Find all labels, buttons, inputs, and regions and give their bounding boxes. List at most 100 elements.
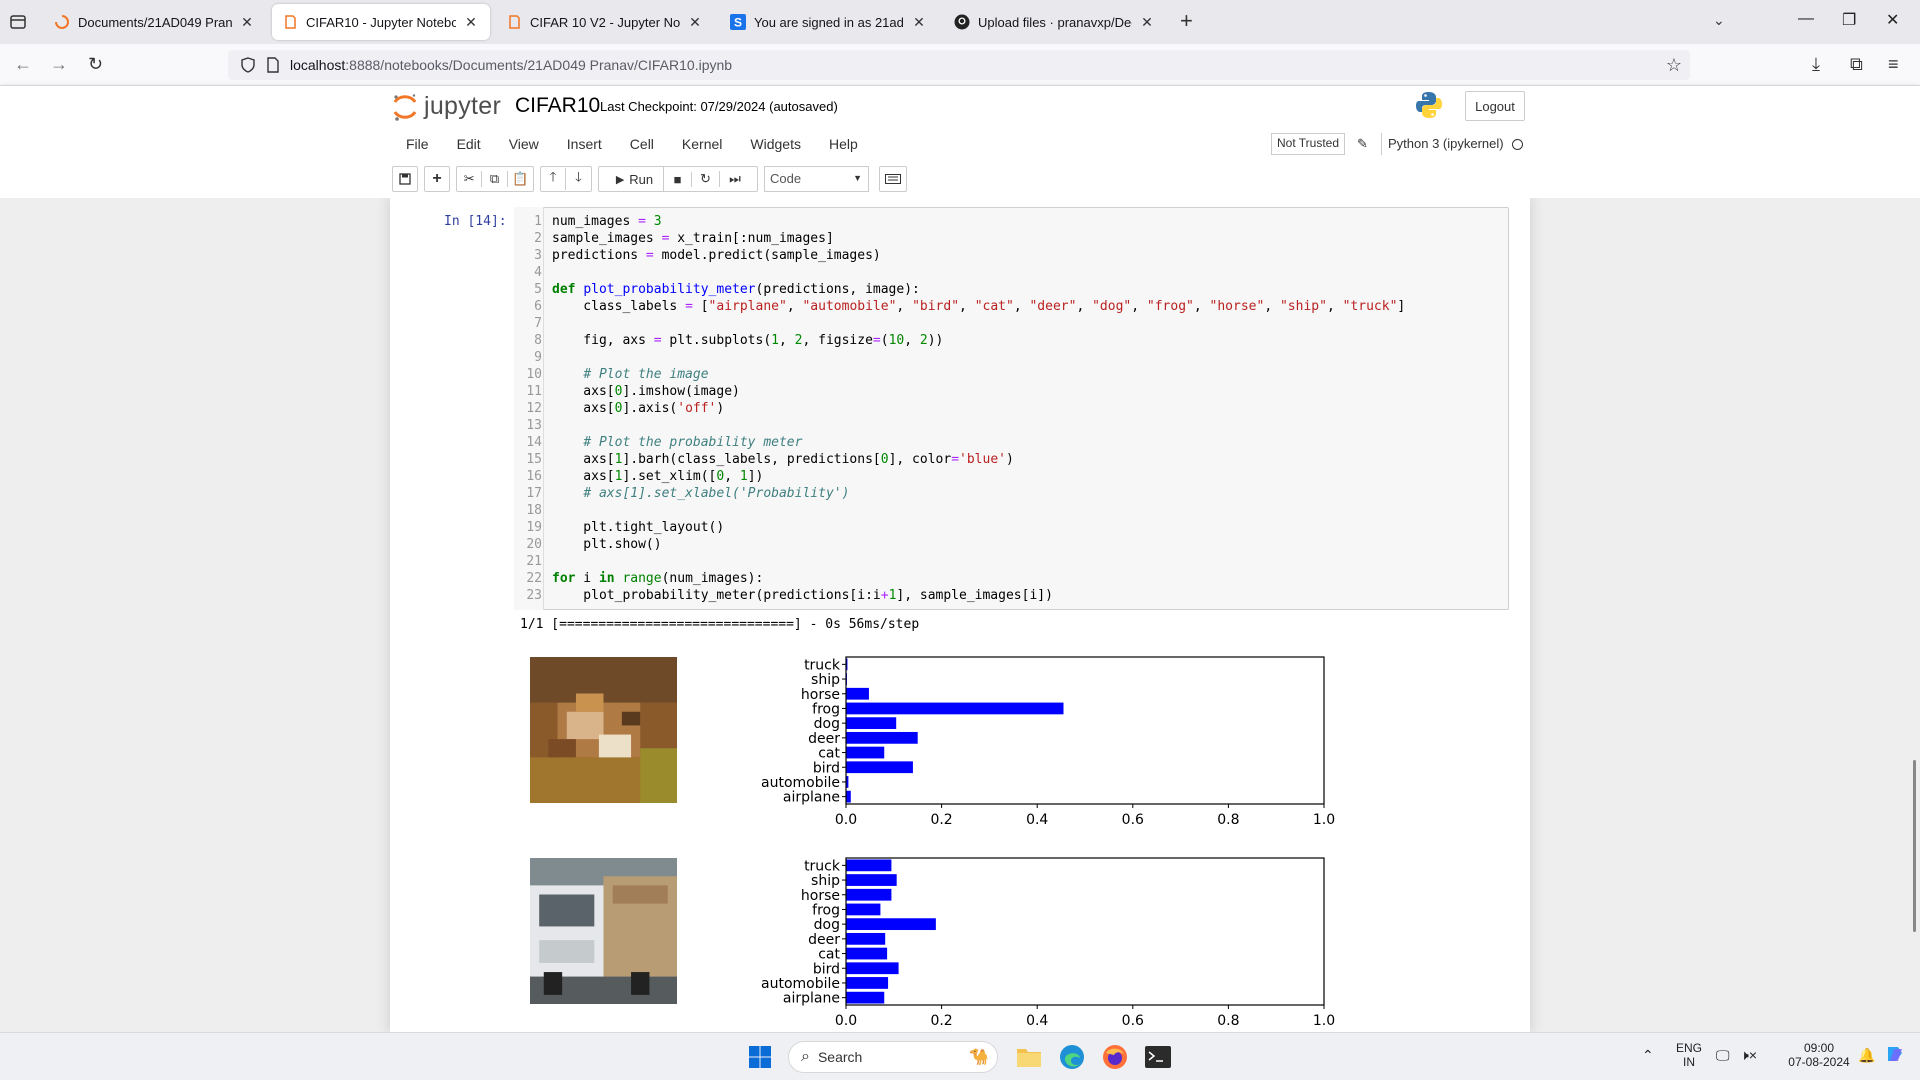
y-tick-label: horse [801, 888, 840, 904]
cell-prompt: In [14]: [444, 214, 507, 229]
line-number: 10 [526, 367, 542, 382]
search-highlight-icon: 🐪 [969, 1049, 989, 1066]
clock[interactable]: 09:00 07-08-2024 [1788, 1041, 1850, 1069]
restart-icon[interactable]: ↻ [692, 171, 720, 187]
network-icon[interactable]: 🖵 [1716, 1047, 1730, 1064]
new-tab-button[interactable]: + [1180, 10, 1193, 32]
page-icon[interactable] [266, 57, 280, 73]
probability-chart-1: airplaneautomobilebirdcatdeerdogfroghors… [761, 656, 1335, 828]
run-button[interactable]: ▶ Run [606, 167, 664, 191]
copy-icon[interactable]: ⧉ [482, 171, 508, 187]
close-icon[interactable]: ✕ [1138, 14, 1156, 31]
restore-icon[interactable]: ❐ [1842, 10, 1856, 30]
minimize-icon[interactable]: — [1798, 10, 1814, 28]
plus-icon: + [432, 170, 442, 187]
copilot-icon[interactable] [1884, 1043, 1906, 1068]
bar-airplane [846, 991, 885, 1004]
back-arrow-icon[interactable]: ← [14, 54, 32, 75]
close-icon[interactable]: ✕ [238, 14, 256, 31]
tab-cifar10-v2[interactable]: CIFAR 10 V2 - Jupyter Notebook ✕ [496, 4, 714, 40]
insert-cell-button[interactable]: + [424, 166, 450, 192]
bookmark-star-icon[interactable]: ☆ [1666, 55, 1682, 76]
y-tick-label: horse [801, 687, 840, 703]
file-explorer-icon[interactable] [1013, 1041, 1045, 1073]
x-tick-label: 1.0 [1313, 812, 1335, 828]
menu-widgets[interactable]: Widgets [736, 132, 815, 158]
window-close-icon[interactable]: ✕ [1886, 10, 1899, 30]
menu-icon[interactable]: ≡ [1888, 54, 1899, 75]
close-icon[interactable]: ✕ [462, 14, 480, 31]
line-number: 20 [526, 537, 542, 552]
cell-type-select[interactable]: Code ▼ [764, 166, 869, 192]
probability-chart-2: airplaneautomobilebirdcatdeerdogfroghors… [761, 857, 1335, 1029]
line-number: 2 [534, 231, 542, 246]
tab-label: CIFAR 10 V2 - Jupyter Notebook [530, 14, 680, 30]
menu-help[interactable]: Help [815, 132, 872, 158]
code-line: def plot_probability_meter(predictions, … [552, 282, 920, 297]
tab-github-upload[interactable]: Upload files · pranavxp/Deep-L ✕ [944, 4, 1166, 40]
stop-icon[interactable]: ■ [664, 171, 692, 187]
command-palette-button[interactable] [879, 166, 907, 192]
bar-bird [846, 761, 913, 774]
bar-cat [846, 746, 885, 759]
vertical-scrollbar[interactable] [1913, 760, 1916, 932]
search-icon: ⌕ [801, 1048, 810, 1065]
cell-type-value: Code [770, 171, 802, 186]
shield-icon[interactable] [240, 57, 256, 73]
close-icon[interactable]: ✕ [910, 14, 928, 31]
bar-airplane [846, 790, 851, 803]
menu-edit[interactable]: Edit [443, 132, 495, 158]
terminal-icon[interactable] [1142, 1041, 1174, 1073]
notification-bell-icon[interactable]: 🔔 [1858, 1047, 1875, 1064]
tab-documents[interactable]: Documents/21AD049 Pranav/ ✕ [44, 4, 266, 40]
language-indicator[interactable]: ENG IN [1674, 1041, 1704, 1069]
reload-icon[interactable]: ↻ [88, 54, 103, 75]
menu-file[interactable]: File [392, 132, 443, 158]
kernel-name[interactable]: Python 3 (ipykernel) [1381, 133, 1504, 155]
y-tick-label: frog [812, 902, 840, 918]
menu-kernel[interactable]: Kernel [668, 132, 736, 158]
start-button[interactable] [744, 1041, 776, 1073]
close-icon[interactable]: ✕ [686, 14, 704, 31]
volume-muted-icon[interactable]: 🕨× [1740, 1047, 1757, 1064]
tab-list-icon[interactable] [8, 12, 28, 32]
menu-insert[interactable]: Insert [553, 132, 616, 158]
windows-logo-icon [749, 1046, 771, 1068]
line-number: 21 [526, 554, 542, 569]
svg-text:S: S [734, 16, 742, 30]
fast-forward-icon[interactable]: ⏭ [720, 171, 750, 187]
forward-arrow-icon[interactable]: → [50, 54, 68, 75]
menu-cell[interactable]: Cell [616, 132, 668, 158]
firefox-icon[interactable] [1099, 1041, 1131, 1073]
extensions-icon[interactable]: ⧉ [1850, 54, 1863, 75]
github-icon [954, 14, 970, 30]
paste-icon[interactable]: 📋 [508, 171, 533, 187]
pencil-icon[interactable]: ✎ [1357, 136, 1368, 152]
url-bar[interactable]: localhost:8888/notebooks/Documents/21AD0… [228, 50, 1690, 80]
tab-cifar10[interactable]: CIFAR10 - Jupyter Notebook ✕ [272, 4, 490, 40]
logout-button[interactable]: Logout [1465, 91, 1525, 121]
x-tick-label: 0.0 [835, 812, 857, 828]
line-number: 19 [526, 520, 542, 535]
line-number: 9 [534, 350, 542, 365]
x-tick-label: 0.6 [1122, 1013, 1144, 1029]
menu-view[interactable]: View [495, 132, 553, 158]
save-button[interactable] [392, 166, 418, 192]
tab-label: Upload files · pranavxp/Deep-L [978, 14, 1132, 30]
edge-browser-icon[interactable] [1056, 1041, 1088, 1073]
tab-signed-in[interactable]: S You are signed in as 21ad049 ✕ [720, 4, 938, 40]
chevron-down-icon[interactable]: ⌄ [1713, 12, 1725, 29]
notebook-icon [506, 14, 522, 30]
line-number: 3 [534, 248, 542, 263]
jupyter-logo[interactable]: jupyter [392, 92, 501, 121]
taskbar-search[interactable]: ⌕ Search 🐪 [788, 1041, 998, 1073]
notebook-title[interactable]: CIFAR10 [515, 94, 600, 118]
arrow-up-icon[interactable]: 🡑 [541, 168, 567, 190]
clipboard-button-group: ✂ ⧉ 📋 [456, 166, 534, 192]
not-trusted-button[interactable]: Not Trusted [1271, 133, 1346, 155]
chevron-up-icon[interactable]: ⌃ [1642, 1047, 1654, 1064]
cut-icon[interactable]: ✂ [457, 171, 483, 187]
download-icon[interactable]: ⤓ [1812, 54, 1820, 75]
language-code: ENG [1675, 1041, 1702, 1055]
arrow-down-icon[interactable]: 🡓 [566, 168, 591, 190]
